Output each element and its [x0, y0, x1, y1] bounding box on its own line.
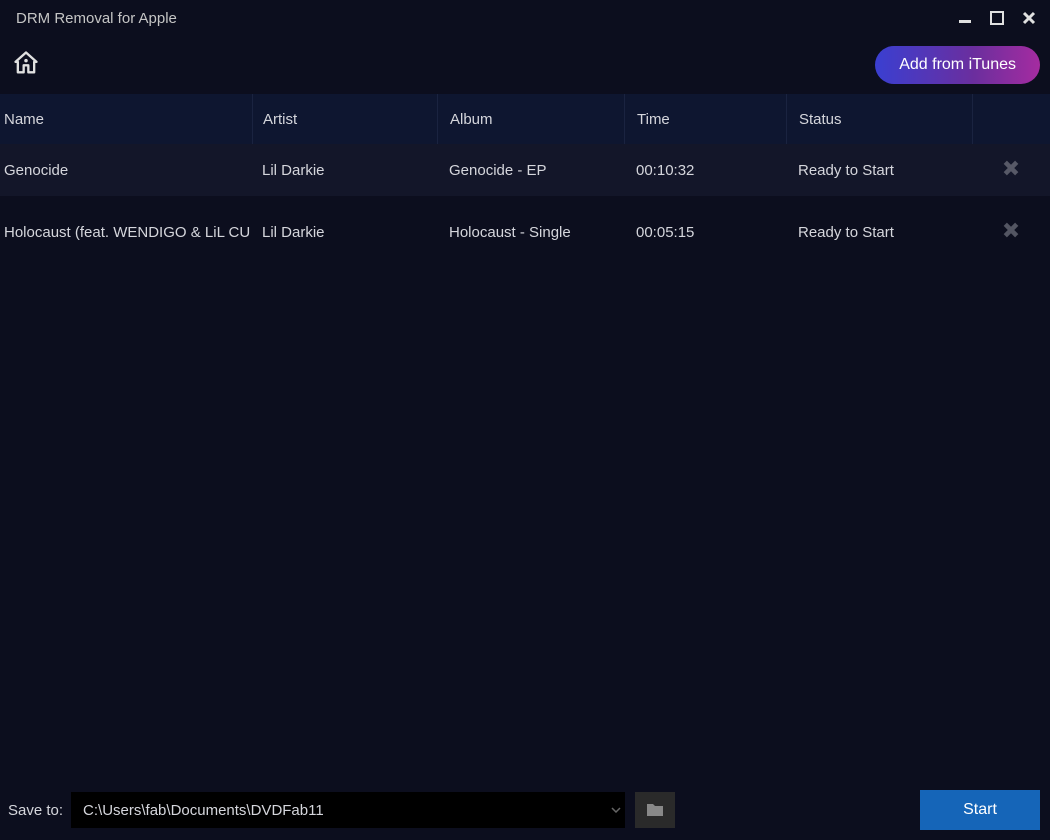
column-header-album[interactable]: Album — [437, 94, 624, 144]
home-button[interactable] — [8, 45, 44, 86]
close-icon — [1003, 160, 1019, 176]
toolbar: Add from iTunes — [0, 36, 1050, 94]
column-header-artist[interactable]: Artist — [252, 94, 437, 144]
start-button[interactable]: Start — [920, 790, 1040, 830]
save-path-input[interactable] — [71, 792, 607, 828]
minimize-button[interactable] — [958, 11, 972, 25]
remove-row-button[interactable] — [1003, 222, 1019, 242]
table-row[interactable]: Genocide Lil Darkie Genocide - EP 00:10:… — [0, 144, 1050, 196]
footer: Save to: Start — [0, 780, 1050, 840]
cell-album: Genocide - EP — [437, 144, 624, 196]
column-header-time[interactable]: Time — [624, 94, 786, 144]
table-row[interactable]: Holocaust (feat. WENDIGO & LiL CU Lil Da… — [0, 206, 1050, 258]
cell-artist: Lil Darkie — [252, 206, 437, 258]
cell-artist: Lil Darkie — [252, 144, 437, 196]
cell-status: Ready to Start — [786, 206, 972, 258]
table-header: Name Artist Album Time Status — [0, 94, 1050, 144]
chevron-down-icon — [611, 807, 621, 813]
app-title: DRM Removal for Apple — [10, 10, 177, 27]
window-controls — [958, 11, 1040, 25]
titlebar: DRM Removal for Apple — [0, 0, 1050, 36]
cell-album: Holocaust - Single — [437, 206, 624, 258]
column-header-name[interactable]: Name — [0, 94, 252, 144]
cell-time: 00:10:32 — [624, 144, 786, 196]
close-icon — [1003, 222, 1019, 238]
maximize-button[interactable] — [990, 11, 1004, 25]
column-header-action — [972, 94, 1050, 144]
save-to-label: Save to: — [8, 802, 63, 819]
cell-time: 00:05:15 — [624, 206, 786, 258]
cell-name: Holocaust (feat. WENDIGO & LiL CU — [0, 224, 252, 241]
column-header-status[interactable]: Status — [786, 94, 972, 144]
remove-row-button[interactable] — [1003, 160, 1019, 180]
row-divider — [0, 196, 1050, 206]
cell-status: Ready to Start — [786, 144, 972, 196]
browse-folder-button[interactable] — [635, 792, 675, 828]
close-button[interactable] — [1022, 11, 1036, 25]
track-table: Name Artist Album Time Status Genocide L… — [0, 94, 1050, 258]
add-from-itunes-button[interactable]: Add from iTunes — [875, 46, 1040, 84]
path-dropdown-button[interactable] — [607, 792, 625, 828]
folder-icon — [645, 802, 665, 818]
cell-name: Genocide — [0, 162, 252, 179]
home-icon — [12, 49, 40, 77]
